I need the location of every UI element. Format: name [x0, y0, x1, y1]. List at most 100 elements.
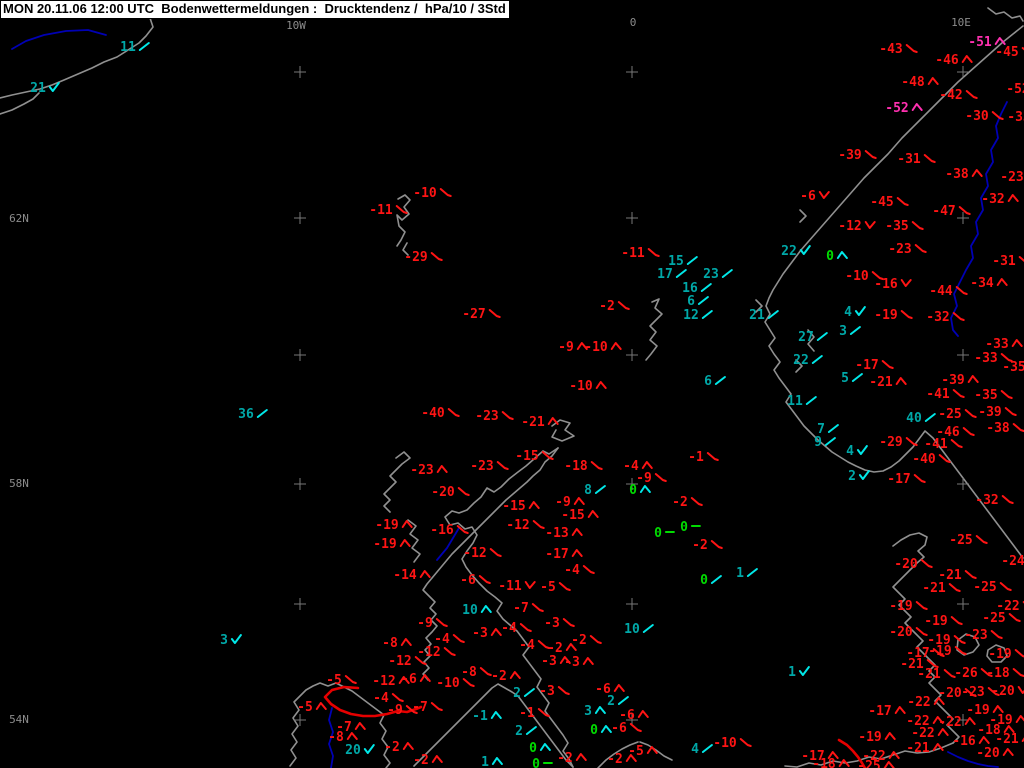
station-value: -2: [384, 740, 400, 755]
tendency-symbol: [926, 659, 939, 668]
station-value: 4: [844, 305, 852, 320]
station-value: -43: [879, 42, 902, 57]
grid-cross: [294, 598, 306, 610]
tendency-symbol: [824, 437, 836, 446]
station-value: -19: [889, 599, 912, 614]
station-value: 36: [238, 407, 254, 422]
station-value: -2: [672, 495, 688, 510]
station-value: 2: [607, 694, 615, 709]
tendency-symbol: [646, 746, 658, 754]
tendency-symbol: [913, 474, 926, 483]
tendency-symbol: [1011, 339, 1023, 347]
tendency-symbol: [881, 360, 894, 369]
tendency-symbol: [999, 582, 1012, 591]
tendency-symbol: [950, 616, 963, 625]
tendency-symbol: [992, 705, 1004, 713]
tendency-symbol: [964, 570, 977, 579]
station-value: -16: [874, 277, 898, 292]
tendency-symbol: [447, 408, 460, 417]
tendency-symbol: [452, 634, 465, 643]
tendency-symbol: [582, 565, 595, 574]
station-value: -20: [894, 557, 918, 572]
station-value: -6: [401, 672, 417, 687]
tendency-symbol: [675, 269, 687, 278]
station-value: -2: [491, 669, 507, 684]
station-value: -3: [544, 616, 560, 631]
station-value: -34: [970, 276, 994, 291]
station-value: -13: [545, 526, 568, 541]
border-line: [950, 101, 1008, 337]
tendency-symbol: [746, 568, 758, 577]
station-value: -40: [912, 452, 936, 467]
tendency-symbol: [419, 570, 431, 578]
station-value: -47: [932, 204, 955, 219]
tendency-symbol: [895, 377, 907, 385]
tendency-symbol: [854, 306, 866, 316]
tendency-symbol: [950, 439, 963, 448]
station-value: 1: [481, 755, 489, 768]
grid-cross: [626, 349, 638, 361]
tendency-symbol: [595, 381, 607, 389]
station-value: -32: [926, 310, 949, 325]
tendency-symbol: [994, 37, 1006, 45]
tendency-symbol: [964, 717, 976, 725]
tendency-symbol: [905, 437, 918, 446]
tendency-symbol: [344, 675, 357, 684]
station-value: -35: [974, 388, 997, 403]
lon-label: 0: [630, 16, 637, 29]
tendency-symbol: [905, 44, 918, 53]
station-value: -12: [463, 546, 486, 561]
station-value: -19: [874, 308, 897, 323]
station-value: -6: [460, 573, 476, 588]
station-value: -11: [621, 246, 645, 261]
station-value: -41: [924, 437, 948, 452]
station-value: -5: [540, 580, 556, 595]
grid-cross: [957, 66, 969, 78]
station-value: -17: [545, 547, 568, 562]
tendency-symbol: [600, 725, 612, 733]
station-value: -2: [413, 753, 429, 768]
tendency-symbol: [488, 309, 501, 318]
station-value: -25: [949, 533, 972, 548]
tendency-symbol: [462, 678, 475, 687]
station-value: 20: [345, 743, 361, 758]
tendency-symbol: [967, 375, 979, 383]
station-value: -19: [858, 730, 881, 745]
station-value: 3: [839, 324, 847, 339]
tendency-symbol: [363, 744, 375, 754]
station-value: -18: [564, 459, 588, 474]
station-value: -21: [869, 375, 893, 390]
station-value: -16: [952, 734, 976, 749]
station-value: -32: [981, 192, 1004, 207]
station-value: 9: [814, 435, 822, 450]
station-value: 0: [529, 741, 537, 756]
tendency-symbol: [896, 197, 909, 206]
tendency-symbol: [799, 245, 811, 255]
station-value: -51: [968, 35, 992, 50]
tendency-symbol: [479, 667, 492, 676]
station-value: -10: [713, 736, 737, 751]
tendency-symbol: [900, 279, 912, 287]
station-value: -48: [901, 75, 925, 90]
tendency-symbol: [613, 684, 625, 692]
tendency-symbol: [641, 461, 653, 469]
station-value: 0: [700, 573, 708, 588]
tendency-symbol: [964, 409, 977, 418]
station-value: -26: [954, 666, 978, 681]
tendency-symbol: [714, 376, 726, 385]
tendency-symbol: [519, 623, 532, 632]
station-value: -12: [506, 518, 529, 533]
tendency-symbol: [501, 411, 514, 420]
station-value: 1: [736, 566, 744, 581]
tendency-symbol: [811, 355, 823, 364]
station-value: -27: [462, 307, 485, 322]
tendency-symbol: [1002, 748, 1014, 756]
weather-map-canvas: 10W 0 10E62N58N54N1121363-10-11-29-27-1115…: [0, 7, 1024, 768]
station-value: 10: [462, 603, 478, 618]
tendency-symbol: [911, 221, 924, 230]
grid-cross: [294, 66, 306, 78]
tendency-symbol: [537, 708, 550, 717]
station-value: -25: [973, 580, 996, 595]
station-value: -1: [688, 450, 704, 465]
tendency-symbol: [610, 342, 622, 350]
